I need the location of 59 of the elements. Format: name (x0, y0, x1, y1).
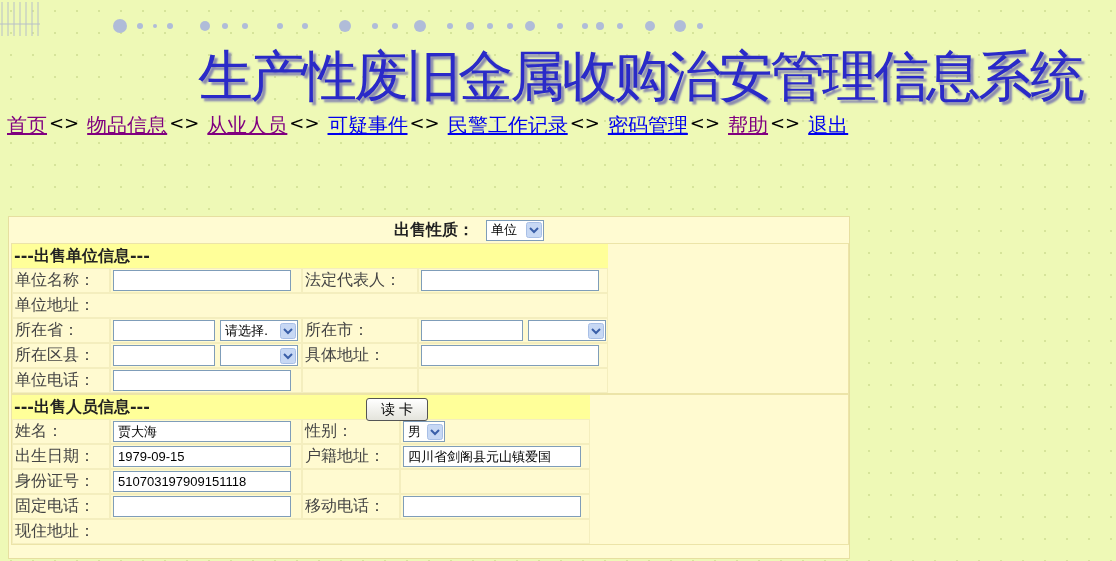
nav-link[interactable]: 退出 (808, 112, 849, 139)
caret-icon (526, 222, 542, 238)
input-field[interactable] (421, 320, 523, 341)
nav-separator: <> (289, 112, 320, 135)
nav-separator: <> (689, 112, 721, 135)
nav-separator: <> (169, 112, 200, 135)
nav-link[interactable]: 从业人员 (207, 112, 288, 139)
caret-icon (427, 423, 443, 440)
field-label: 所在省： (12, 318, 110, 343)
field-label: 身份证号： (12, 469, 110, 494)
input-field[interactable] (113, 345, 215, 366)
field-label: 移动电话： (302, 494, 400, 519)
section-heading: ---出售人员信息--- (13, 396, 150, 418)
field-label: 出售性质： (394, 219, 474, 241)
field-label: 固定电话： (12, 494, 110, 519)
field-label: 单位名称： (12, 268, 110, 293)
field-label: 性别： (302, 419, 400, 444)
field-label: 现住地址： (12, 519, 590, 544)
nav-separator: <> (49, 112, 80, 135)
nav-separator: <> (569, 112, 600, 135)
field-label: 单位电话： (12, 368, 110, 393)
dropdown[interactable] (220, 345, 298, 366)
dropdown[interactable]: 单位 (486, 219, 544, 241)
input-field[interactable] (403, 496, 581, 517)
nav-separator: <> (409, 112, 440, 135)
caret-icon (280, 322, 296, 339)
nav-link[interactable]: 可疑事件 (327, 112, 408, 139)
nav-link[interactable]: 帮助 (728, 112, 769, 139)
dropdown[interactable]: 请选择. (220, 320, 298, 341)
page-title: 生产性废旧金属收购治安管理信息系统 (198, 43, 1082, 110)
input-field[interactable] (113, 496, 291, 517)
field-label: 法定代表人： (302, 268, 418, 293)
field-label: 姓名： (12, 419, 110, 444)
caret-icon (588, 322, 604, 339)
input-field[interactable] (421, 270, 599, 291)
nav-link[interactable]: 民警工作记录 (447, 112, 568, 139)
input-field[interactable]: 510703197909151118 (113, 471, 291, 492)
field-label: 所在区县： (12, 343, 110, 368)
field-label: 出生日期： (12, 444, 110, 469)
input-field[interactable]: 1979-09-15 (113, 446, 291, 467)
field-label: 具体地址： (302, 343, 418, 368)
nav-separator: <> (770, 112, 801, 135)
nav-link[interactable]: 首页 (7, 112, 47, 139)
dropdown[interactable]: 男 (403, 421, 445, 442)
input-field[interactable] (113, 320, 215, 341)
section-heading: ---出售单位信息--- (13, 245, 150, 267)
field-label: 户籍地址： (302, 444, 400, 469)
input-field[interactable]: 四川省剑阁县元山镇爱国 (403, 446, 581, 467)
input-field[interactable] (421, 345, 599, 366)
input-field[interactable]: 贾大海 (113, 421, 291, 442)
caret-icon (280, 347, 296, 364)
read-card-button[interactable]: 读 卡 (366, 398, 428, 421)
dropdown[interactable] (528, 320, 606, 341)
field-label: 单位地址： (12, 293, 608, 318)
input-field[interactable] (113, 370, 291, 391)
field-label: 所在市： (302, 318, 418, 343)
nav-link[interactable]: 密码管理 (607, 112, 688, 139)
input-field[interactable] (113, 270, 291, 291)
nav-link[interactable]: 物品信息 (87, 112, 168, 139)
